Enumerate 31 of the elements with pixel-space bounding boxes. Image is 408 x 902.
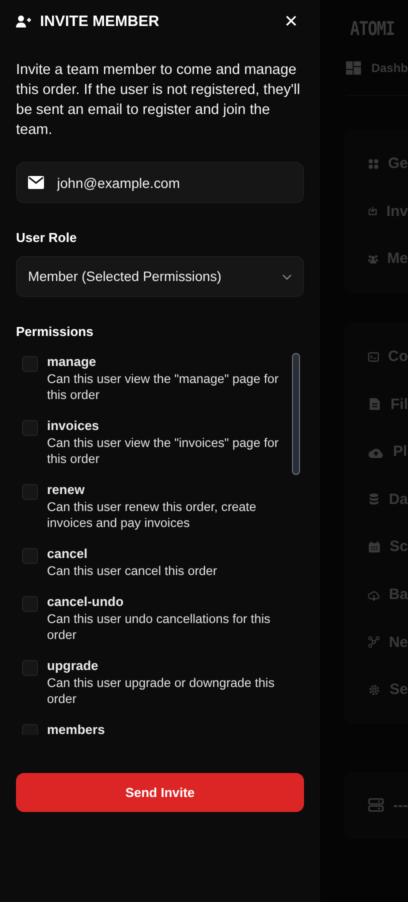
add-user-icon <box>16 14 32 28</box>
permission-description: Can this user view the "manage" page for this order <box>47 371 280 403</box>
permission-name: renew <box>47 481 86 499</box>
permission-description: Can this user view the "invoices" page for this order <box>47 435 280 467</box>
send-invite-button[interactable]: Send Invite <box>16 773 304 812</box>
panel-title: INVITE MEMBER <box>40 12 160 30</box>
nav-item[interactable]: --- <box>393 796 408 814</box>
network-nodes-icon <box>368 634 380 650</box>
permission-name: invoices <box>47 417 100 435</box>
calendar-icon <box>368 538 381 555</box>
permission-description: Can this user renew this order, create invoices and pay invoices <box>47 499 258 531</box>
server-icon <box>368 797 384 814</box>
close-button[interactable]: ✕ <box>280 10 302 32</box>
permission-name: manage <box>47 353 98 371</box>
description-text: Invite a team member to come and manage this order. If the user is not registered, they'll be sent an email to register and join the team. <box>16 61 302 140</box>
permission-name: cancel-undo <box>47 593 125 611</box>
field-label: User Role <box>16 230 78 245</box>
document-icon <box>368 396 382 412</box>
permission-name: members <box>47 721 105 735</box>
role-select[interactable]: Member (Selected Permissions) <box>16 256 304 297</box>
permission-description: Can this user undo cancellations for this order <box>47 611 272 643</box>
scrollbar-thumb[interactable] <box>292 353 300 475</box>
permission-name: cancel <box>47 545 88 563</box>
permission-description: Can this user upgrade or downgrade this order <box>47 675 276 707</box>
email-field[interactable]: john@example.com <box>16 162 304 203</box>
permission-description: Can this user cancel this order <box>47 563 218 579</box>
chevron-down-icon <box>282 274 292 280</box>
section-label: Permissions <box>16 324 94 339</box>
permission-name: upgrade <box>47 657 100 675</box>
database-icon <box>368 491 380 508</box>
dashboard-icon <box>346 61 362 75</box>
